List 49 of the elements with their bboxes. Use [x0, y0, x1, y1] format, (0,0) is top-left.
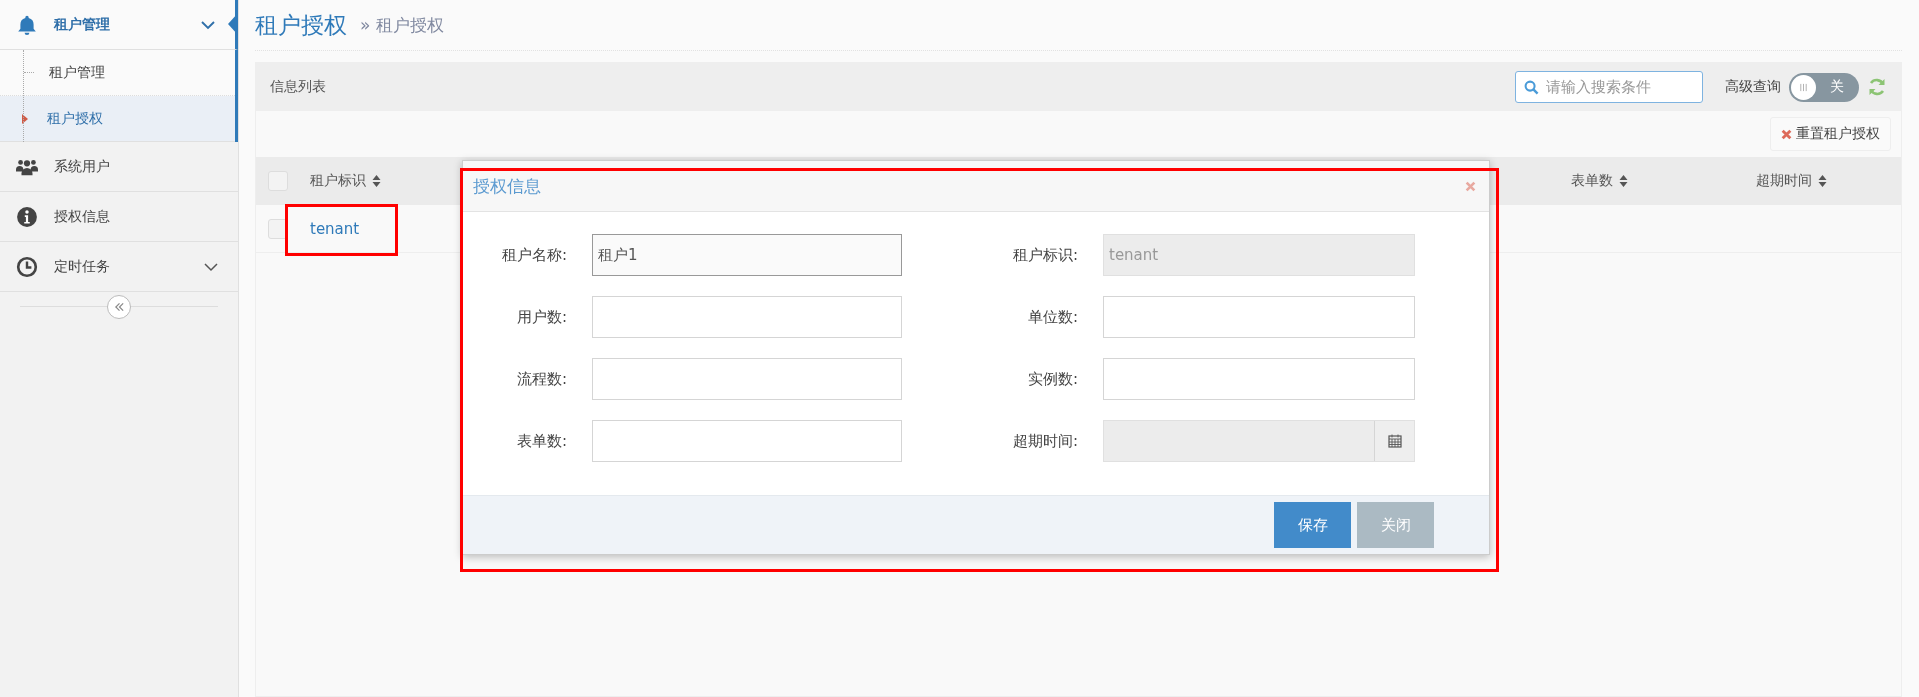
input-field[interactable]	[592, 296, 902, 338]
submenu-item[interactable]: 租户授权	[0, 96, 235, 142]
close-button[interactable]	[1465, 180, 1476, 192]
refresh-icon[interactable]	[1867, 77, 1887, 97]
submenu-item[interactable]: 租户管理	[0, 50, 235, 96]
input-field[interactable]	[1103, 358, 1415, 400]
calendar-icon	[1387, 434, 1402, 448]
active-indicator	[228, 13, 238, 35]
save-button[interactable]: 保存	[1274, 502, 1351, 548]
double-chevron-icon	[113, 302, 125, 312]
field-label: 租户名称:	[500, 245, 568, 265]
sidebar-item-label: 租户管理	[54, 15, 111, 34]
input-field[interactable]	[592, 358, 902, 400]
search-field[interactable]: 请输入搜索条件	[1515, 71, 1703, 103]
cross-icon	[1781, 128, 1792, 140]
sidebar-item-label: 系统用户	[54, 157, 111, 176]
column-header[interactable]: 超期时间	[1756, 172, 1901, 190]
grip-icon	[1799, 82, 1808, 92]
field-label: 实例数:	[1026, 369, 1079, 389]
sidebar-item-label: 定时任务	[54, 257, 111, 276]
field-label: 表单数:	[515, 431, 568, 451]
field-label: 流程数:	[515, 369, 568, 389]
row-checkbox[interactable]	[268, 218, 288, 239]
sort-icon	[1818, 175, 1827, 187]
panel-title: 信息列表	[270, 78, 327, 96]
input-field[interactable]	[1103, 296, 1415, 338]
column-header[interactable]: 表单数	[1571, 172, 1756, 190]
breadcrumb: » 租户授权	[360, 13, 444, 37]
field-label: 用户数:	[515, 307, 568, 327]
close-icon	[1465, 180, 1476, 192]
tenant-link[interactable]: tenant	[310, 219, 360, 238]
input-field[interactable]: 租户1	[592, 234, 902, 276]
reset-button[interactable]: 重置租户授权	[1770, 117, 1891, 151]
field-label: 租户标识:	[1011, 245, 1079, 265]
clock-icon	[16, 255, 38, 278]
collapse-sidebar-button[interactable]	[107, 295, 131, 319]
advanced-query-label: 高级查询	[1725, 78, 1781, 96]
sort-icon	[1619, 175, 1628, 187]
caret-icon	[22, 113, 28, 124]
bell-icon	[16, 13, 38, 36]
sidebar-item-label: 授权信息	[54, 207, 111, 226]
dialog-title: 授权信息	[473, 174, 542, 198]
field-label: 单位数:	[1026, 307, 1079, 327]
page-title: 租户授权	[255, 10, 347, 40]
sort-icon	[372, 175, 381, 187]
sidebar-item[interactable]: 租户管理	[0, 0, 238, 50]
field-label: 超期时间:	[1011, 431, 1079, 451]
input-field[interactable]	[592, 420, 902, 462]
info-icon	[16, 205, 38, 228]
